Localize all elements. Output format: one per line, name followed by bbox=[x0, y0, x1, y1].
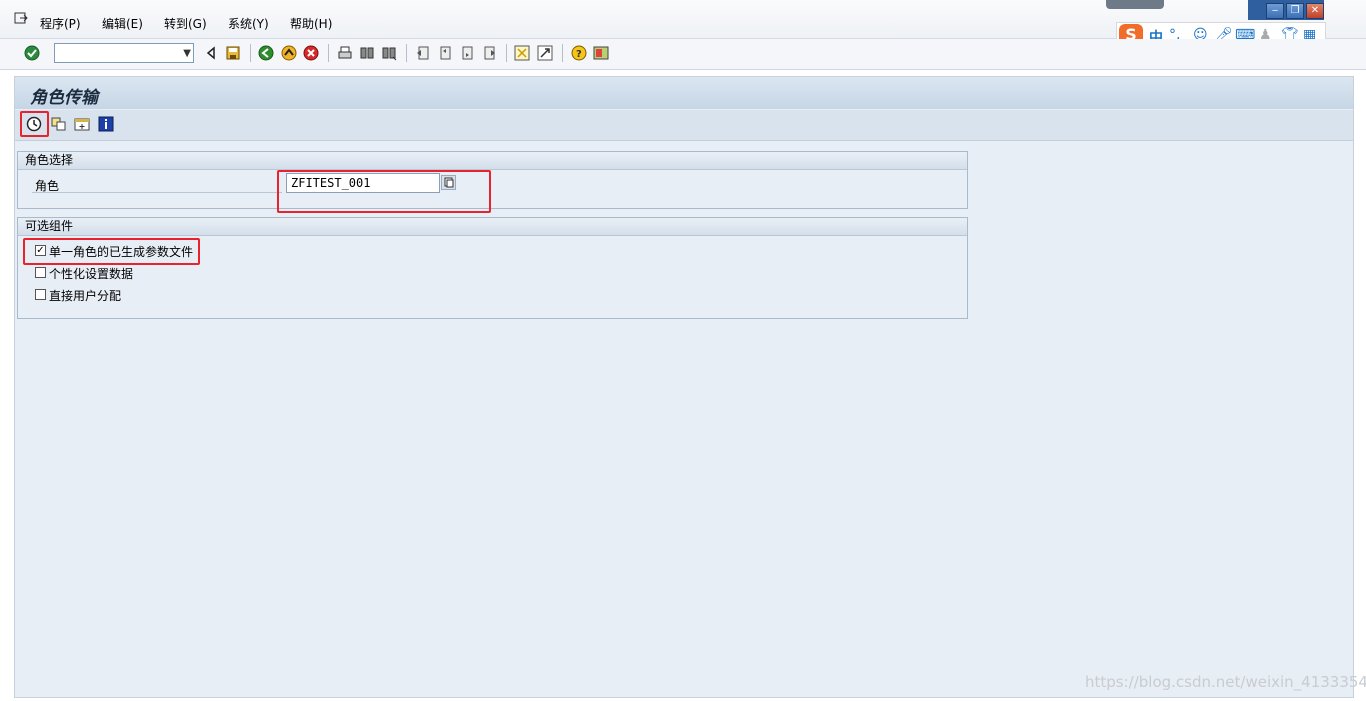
create-session-icon[interactable] bbox=[514, 45, 530, 61]
chevron-down-icon[interactable]: ▼ bbox=[183, 48, 191, 59]
option-label-user-assignment: 直接用户分配 bbox=[49, 289, 122, 303]
window-grab-handle[interactable] bbox=[1106, 0, 1164, 9]
next-page-icon[interactable] bbox=[459, 45, 475, 61]
page-title: 角色传输 bbox=[30, 88, 98, 108]
menu-edit[interactable]: 编辑(E) bbox=[102, 15, 143, 32]
toolbar-separator bbox=[328, 44, 329, 62]
application-toolbar bbox=[15, 110, 1353, 141]
collapse-left-icon[interactable] bbox=[203, 45, 219, 61]
checkbox-generated-profiles[interactable]: ✓ bbox=[35, 245, 46, 256]
toolbar-separator bbox=[406, 44, 407, 62]
checkbox-user-assignment[interactable] bbox=[35, 289, 46, 300]
find-next-icon[interactable] bbox=[381, 45, 397, 61]
copy-variant-icon[interactable] bbox=[51, 116, 67, 132]
toolbar-separator bbox=[506, 44, 507, 62]
menu-system[interactable]: 系统(Y) bbox=[228, 15, 269, 32]
option-label-generated-profiles: 单一角色的已生成参数文件 bbox=[49, 245, 194, 259]
info-icon[interactable] bbox=[98, 116, 114, 132]
role-selection-group: 角色选择 bbox=[17, 151, 968, 209]
option-label-personalization: 个性化设置数据 bbox=[49, 267, 134, 281]
value-help-button[interactable] bbox=[441, 175, 456, 190]
print-icon[interactable] bbox=[337, 45, 353, 61]
restore-button[interactable]: ❐ bbox=[1286, 3, 1304, 19]
svg-text:?: ? bbox=[576, 49, 582, 60]
role-input[interactable]: ZFITEST_001 bbox=[286, 173, 440, 193]
generate-shortcut-icon[interactable] bbox=[537, 45, 553, 61]
toolbar-separator bbox=[250, 44, 251, 62]
exit-icon[interactable] bbox=[14, 12, 28, 24]
close-button[interactable]: ✕ bbox=[1306, 3, 1324, 19]
command-field[interactable]: ▼ bbox=[54, 43, 194, 63]
last-page-icon[interactable] bbox=[481, 45, 497, 61]
enter-check-icon[interactable] bbox=[24, 45, 40, 61]
previous-page-icon[interactable] bbox=[437, 45, 453, 61]
back-icon[interactable] bbox=[258, 45, 274, 61]
menu-goto[interactable]: 转到(G) bbox=[164, 15, 207, 32]
value-help-icon bbox=[444, 177, 454, 188]
find-icon[interactable] bbox=[359, 45, 375, 61]
toolbar-separator bbox=[562, 44, 563, 62]
title-bar bbox=[15, 77, 1353, 109]
window-controls: ‒ ❐ ✕ bbox=[1248, 0, 1324, 20]
save-icon[interactable] bbox=[225, 45, 241, 61]
first-page-icon[interactable] bbox=[415, 45, 431, 61]
exit-up-icon[interactable] bbox=[281, 45, 297, 61]
minimize-button[interactable]: ‒ bbox=[1266, 3, 1284, 19]
cancel-icon[interactable] bbox=[303, 45, 319, 61]
group-header: 角色选择 bbox=[18, 152, 967, 170]
checkbox-personalization[interactable] bbox=[35, 267, 46, 278]
help-icon[interactable]: ? bbox=[571, 45, 587, 61]
variant-icon[interactable] bbox=[74, 116, 90, 132]
customize-layout-icon[interactable] bbox=[593, 45, 609, 61]
watermark: https://blog.csdn.net/weixin_41333545 bbox=[1085, 673, 1366, 691]
label-underline bbox=[32, 192, 282, 193]
group-header: 可选组件 bbox=[18, 218, 967, 236]
menu-program[interactable]: 程序(P) bbox=[40, 15, 81, 32]
execute-clock-icon[interactable] bbox=[26, 116, 42, 132]
optional-components-group: 可选组件 bbox=[17, 217, 968, 319]
menu-help[interactable]: 帮助(H) bbox=[290, 15, 332, 32]
